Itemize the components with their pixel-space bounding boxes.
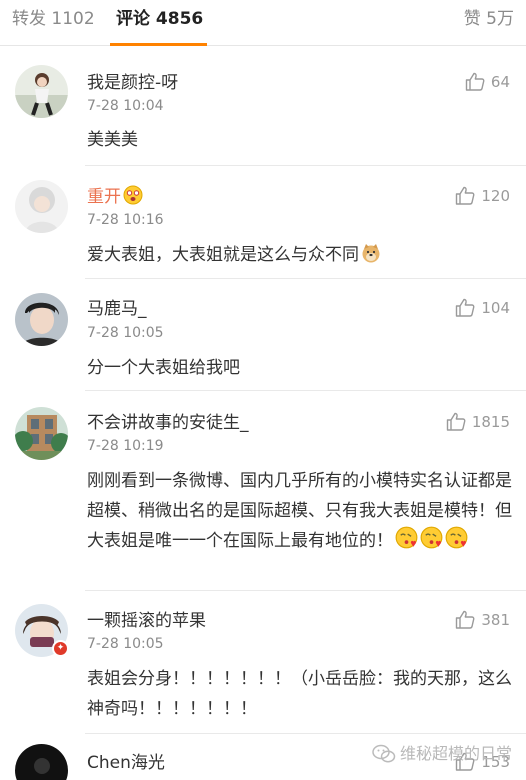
like-button[interactable]: 381 <box>455 609 510 631</box>
comment-item: 马鹿马_ 7-28 10:05 分一个大表姐给我吧 104 <box>0 279 526 391</box>
tab-likes[interactable]: 赞 5万 <box>464 8 514 30</box>
comment-username[interactable]: 重开 <box>87 185 143 207</box>
comment-time: 7-28 10:04 <box>87 98 164 114</box>
thumbs-up-icon <box>456 610 475 629</box>
kiss-emoji-icon <box>420 526 443 549</box>
comment-username[interactable]: 不会讲故事的安徒生_ <box>87 412 249 434</box>
thumbs-up-icon <box>456 298 475 317</box>
comment-item: 不会讲故事的安徒生_ 7-28 10:19 刚刚看到一条微博、国内几乎所有的小模… <box>0 391 526 591</box>
wechat-icon <box>372 744 396 763</box>
comment-username[interactable]: 一颗摇滚的苹果 <box>87 610 206 632</box>
watermark: 维秘超模的日常 <box>372 742 512 766</box>
comment-text: 表姐会分身！！！！！！！（小岳岳脸：我的天那，这么神奇吗！！！！！！！ <box>87 669 512 719</box>
tab-forward[interactable]: 转发 1102 <box>12 8 95 30</box>
avatar[interactable] <box>15 293 68 346</box>
tab-comments[interactable]: 评论 4856 <box>116 8 203 30</box>
comment-text: 分一个大表姐给我吧 <box>87 358 240 378</box>
avatar[interactable] <box>15 65 68 118</box>
comment-time: 7-28 10:05 <box>87 325 164 341</box>
surprised-face-emoji-icon <box>123 185 143 205</box>
comment-item: 重开 7-28 10:16 爱大表姐，大表姐就是这么与众不同 120 <box>0 166 526 279</box>
kiss-emoji-icon <box>395 526 418 549</box>
thumbs-up-icon <box>446 412 466 431</box>
thumbs-up-icon <box>465 72 485 91</box>
thumbs-up-icon <box>456 186 475 205</box>
like-button[interactable]: 104 <box>455 297 510 319</box>
like-button[interactable]: 120 <box>455 185 510 207</box>
vip-badge: ✦ <box>52 640 69 657</box>
doge-emoji-icon <box>362 244 380 263</box>
comment-tabs: 转发 1102 评论 4856 赞 5万 <box>0 0 526 46</box>
comment-time: 7-28 10:05 <box>87 636 164 652</box>
comment-time: 7-28 10:19 <box>87 438 164 454</box>
comment-time: 7-28 10:16 <box>87 212 164 228</box>
comment-item: ✦ 一颗摇滚的苹果 7-28 10:05 表姐会分身！！！！！！！（小岳岳脸：我… <box>0 591 526 734</box>
comment-text: 刚刚看到一条微博、国内几乎所有的小模特实名认证都是超模、稍微出名的是国际超模、只… <box>87 471 512 551</box>
active-tab-indicator <box>110 43 207 46</box>
comment-username[interactable]: 我是颜控-呀 <box>87 72 178 94</box>
comment-username[interactable]: Chen海光 <box>87 752 165 774</box>
comment-text: 美美美 <box>87 130 138 150</box>
avatar[interactable] <box>15 180 68 233</box>
avatar[interactable] <box>15 744 68 780</box>
comment-item: 我是颜控-呀 7-28 10:04 美美美 64 <box>0 47 526 166</box>
kiss-emoji-icon <box>445 526 468 549</box>
avatar[interactable] <box>15 407 68 460</box>
like-button[interactable]: 64 <box>465 71 510 93</box>
comment-text: 爱大表姐，大表姐就是这么与众不同 <box>87 240 517 270</box>
comment-username[interactable]: 马鹿马_ <box>87 298 147 320</box>
like-button[interactable]: 1815 <box>446 411 510 433</box>
